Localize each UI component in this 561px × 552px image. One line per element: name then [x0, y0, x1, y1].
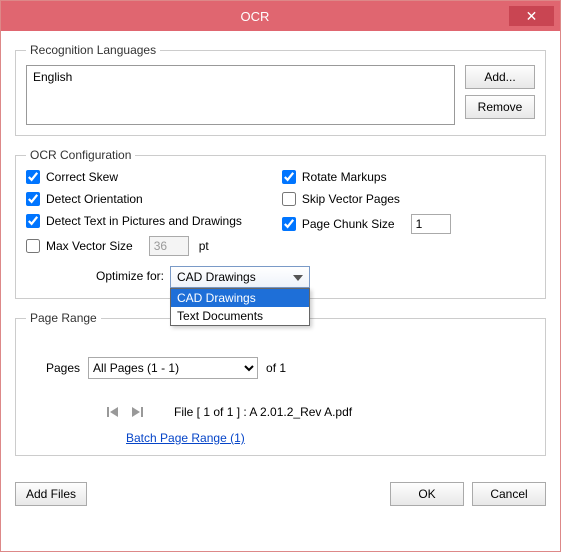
- ocr-configuration-legend: OCR Configuration: [26, 148, 135, 162]
- optimize-for-list[interactable]: CAD Drawings Text Documents: [170, 288, 310, 326]
- correct-skew-label: Correct Skew: [46, 170, 118, 184]
- recognition-languages-legend: Recognition Languages: [26, 43, 160, 57]
- rotate-markups-label: Rotate Markups: [302, 170, 387, 184]
- batch-page-range-link[interactable]: Batch Page Range (1): [126, 431, 245, 445]
- skip-vector-label: Skip Vector Pages: [302, 192, 400, 206]
- pages-label: Pages: [46, 361, 80, 375]
- add-language-button[interactable]: Add...: [465, 65, 535, 89]
- max-vector-label: Max Vector Size: [46, 239, 133, 253]
- optimize-option-text[interactable]: Text Documents: [171, 307, 309, 325]
- titlebar: OCR ✕: [1, 1, 560, 31]
- max-vector-row: Max Vector Size pt: [26, 236, 242, 256]
- page-range-group: Page Range Pages All Pages (1 - 1) of 1: [15, 311, 546, 456]
- cancel-button[interactable]: Cancel: [472, 482, 546, 506]
- max-vector-checkbox[interactable]: [26, 239, 40, 253]
- detect-orientation-row[interactable]: Detect Orientation: [26, 192, 242, 206]
- chevron-down-icon: [291, 271, 305, 285]
- page-chunk-label: Page Chunk Size: [302, 217, 395, 231]
- correct-skew-checkbox[interactable]: [26, 170, 40, 184]
- close-button[interactable]: ✕: [509, 6, 554, 26]
- next-file-icon[interactable]: [130, 405, 144, 419]
- detect-orientation-label: Detect Orientation: [46, 192, 143, 206]
- dialog-footer: Add Files OK Cancel: [1, 478, 560, 506]
- page-range-legend: Page Range: [26, 311, 101, 325]
- dialog-content: Recognition Languages English Add... Rem…: [1, 31, 560, 478]
- detect-orientation-checkbox[interactable]: [26, 192, 40, 206]
- pages-dropdown[interactable]: All Pages (1 - 1): [88, 357, 258, 379]
- page-chunk-row: Page Chunk Size: [282, 214, 451, 234]
- optimize-for-label: Optimize for:: [96, 266, 164, 283]
- detect-text-pics-row[interactable]: Detect Text in Pictures and Drawings: [26, 214, 242, 228]
- page-chunk-checkbox[interactable]: [282, 217, 296, 231]
- remove-language-button[interactable]: Remove: [465, 95, 535, 119]
- close-icon: ✕: [526, 8, 538, 25]
- optimize-option-cad[interactable]: CAD Drawings: [171, 289, 309, 307]
- optimize-for-dropdown[interactable]: CAD Drawings CAD Drawings Text Documents: [170, 266, 310, 288]
- rotate-markups-checkbox[interactable]: [282, 170, 296, 184]
- optimize-for-selected: CAD Drawings: [177, 270, 256, 284]
- max-vector-unit: pt: [199, 239, 209, 253]
- detect-text-pics-checkbox[interactable]: [26, 214, 40, 228]
- rotate-markups-row[interactable]: Rotate Markups: [282, 170, 451, 184]
- detect-text-pics-label: Detect Text in Pictures and Drawings: [46, 214, 242, 228]
- max-vector-input: [149, 236, 189, 256]
- recognition-languages-group: Recognition Languages English Add... Rem…: [15, 43, 546, 136]
- skip-vector-checkbox[interactable]: [282, 192, 296, 206]
- correct-skew-row[interactable]: Correct Skew: [26, 170, 242, 184]
- first-file-icon[interactable]: [106, 405, 120, 419]
- ocr-dialog: OCR ✕ Recognition Languages English Add.…: [0, 0, 561, 552]
- window-title: OCR: [1, 9, 509, 24]
- optimize-for-display[interactable]: CAD Drawings: [170, 266, 310, 288]
- ok-button[interactable]: OK: [390, 482, 464, 506]
- ocr-configuration-group: OCR Configuration Correct Skew Detect Or…: [15, 148, 546, 299]
- language-item[interactable]: English: [33, 70, 448, 84]
- pages-of-total: of 1: [266, 361, 286, 375]
- languages-listbox[interactable]: English: [26, 65, 455, 125]
- skip-vector-row[interactable]: Skip Vector Pages: [282, 192, 451, 206]
- add-files-button[interactable]: Add Files: [15, 482, 87, 506]
- page-chunk-input[interactable]: [411, 214, 451, 234]
- file-info-text: File [ 1 of 1 ] : A 2.01.2_Rev A.pdf: [174, 405, 352, 419]
